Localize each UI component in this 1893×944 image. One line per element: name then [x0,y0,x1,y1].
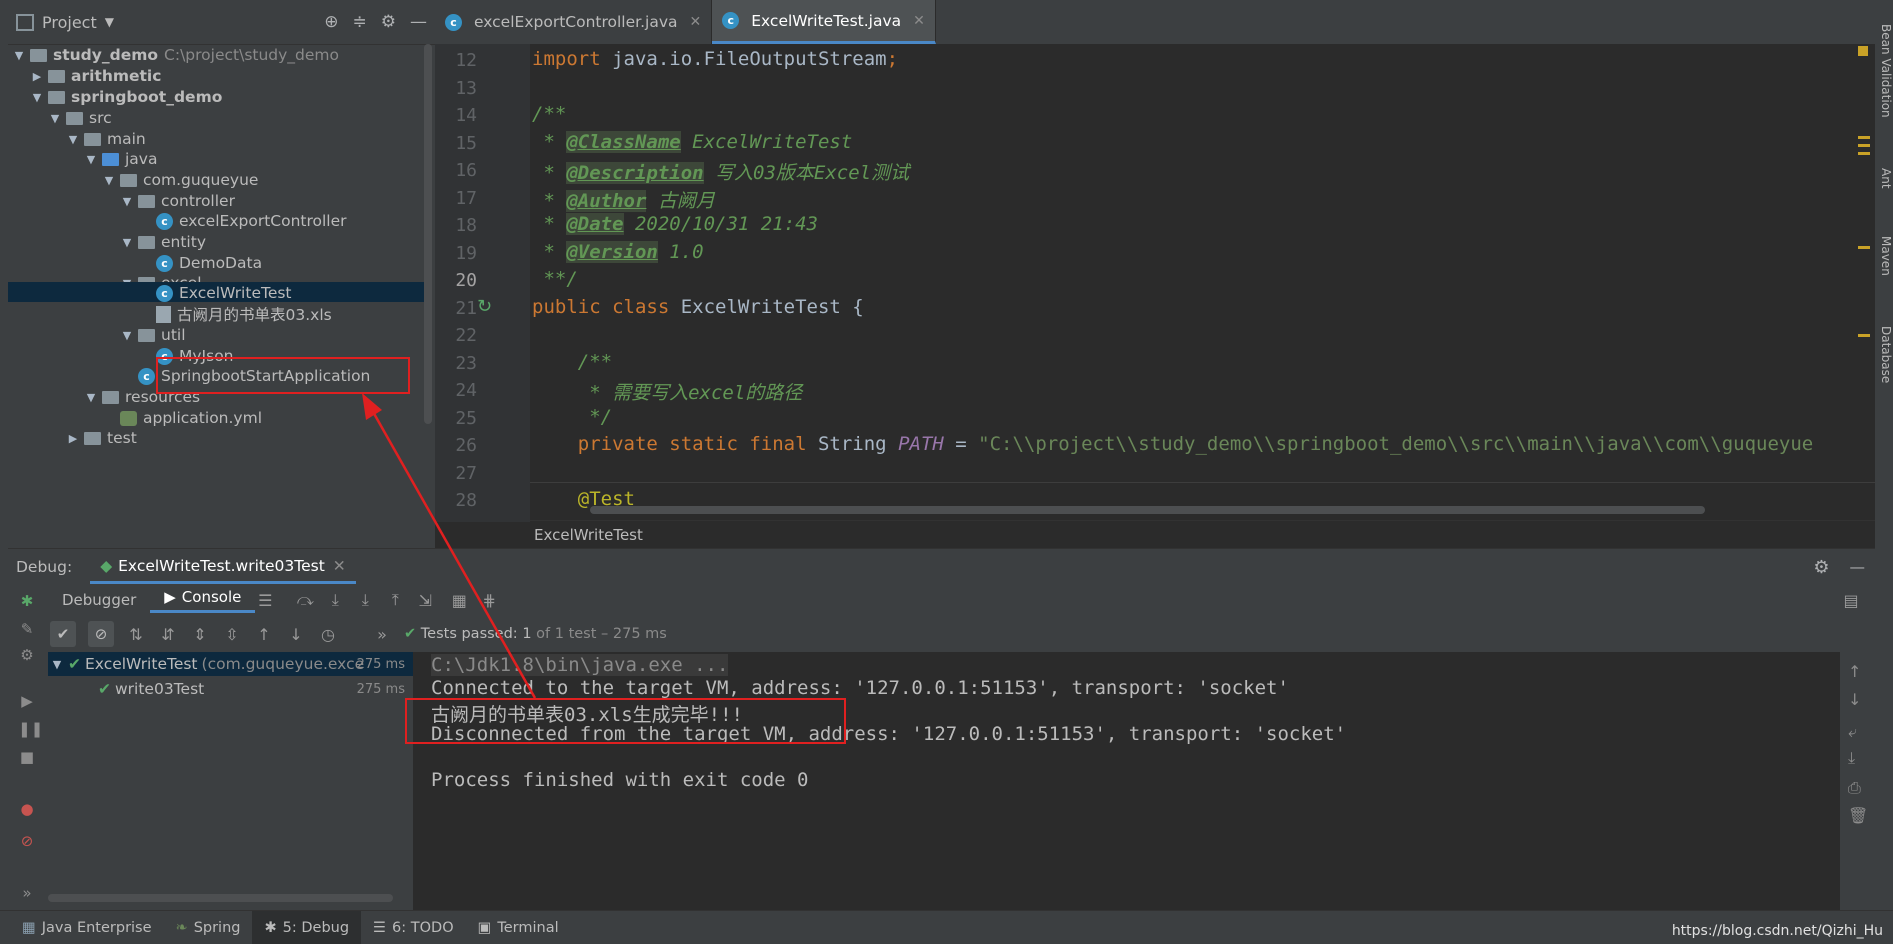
tool-debug[interactable]: ✱ 5: Debug [252,911,362,944]
tool-java-enterprise[interactable]: ▦ Java Enterprise [0,911,164,944]
bug-icon: ✱ [264,919,277,936]
tool-terminal[interactable]: ▣ Terminal [466,911,571,944]
terminal-icon: ▣ [477,919,492,936]
spring-leaf-icon: ❧ [175,919,188,936]
tool-todo[interactable]: ☰ 6: TODO [361,911,466,944]
tool-spring[interactable]: ❧ Spring [164,911,253,944]
bottom-tool-bar: ▦ Java Enterprise ❧ Spring ✱ 5: Debug ☰ 6: T… [0,910,1893,944]
java-enterprise-icon: ▦ [22,919,36,936]
watermark: https://blog.csdn.net/Qizhi_Hu [1671,923,1883,939]
annotation-arrow [362,393,537,699]
list-icon: ☰ [373,919,387,936]
